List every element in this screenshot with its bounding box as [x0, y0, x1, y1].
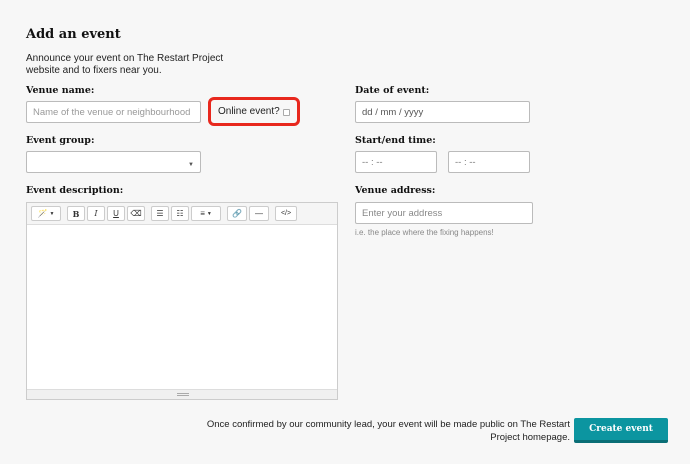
date-of-event-input[interactable]: dd / mm / yyyy — [355, 101, 530, 123]
event-group-select[interactable]: ▼ — [26, 151, 201, 173]
chevron-down-icon: ▼ — [49, 210, 55, 217]
create-event-button[interactable]: Create event — [574, 418, 668, 443]
online-event-label: Online event? — [218, 106, 280, 117]
editor-resize-handle[interactable] — [27, 389, 337, 399]
italic-button[interactable]: I — [87, 206, 105, 221]
magic-wand-icon: 🪄 — [37, 209, 48, 218]
venue-address-input[interactable]: Enter your address — [355, 202, 533, 224]
start-time-input[interactable]: -- : -- — [355, 151, 437, 173]
underline-button[interactable]: U — [107, 206, 125, 221]
grip-icon — [177, 393, 189, 396]
unordered-list-button[interactable]: ☰ — [151, 206, 169, 221]
event-description-editor[interactable]: 🪄 ▼ B I U ⌫ ☰ ☷ ≡ ▼ 🔗 — </> — [26, 202, 338, 400]
code-view-button[interactable]: </> — [275, 206, 297, 221]
end-time-input[interactable]: -- : -- — [448, 151, 530, 173]
venue-name-label: Venue name: — [26, 85, 95, 96]
align-button[interactable]: ≡ ▼ — [191, 206, 221, 221]
venue-address-hint: i.e. the place where the fixing happens! — [355, 228, 494, 237]
date-of-event-label: Date of event: — [355, 85, 430, 96]
horizontal-rule-button[interactable]: — — [249, 206, 269, 221]
online-event-checkbox[interactable] — [282, 109, 290, 116]
bold-button[interactable]: B — [67, 206, 85, 221]
chevron-down-icon: ▼ — [206, 210, 212, 217]
magic-style-button[interactable]: 🪄 ▼ — [31, 206, 61, 221]
confirmation-note: Once confirmed by our community lead, yo… — [206, 419, 570, 443]
align-icon: ≡ — [200, 209, 205, 218]
eraser-button[interactable]: ⌫ — [127, 206, 145, 221]
editor-toolbar: 🪄 ▼ B I U ⌫ ☰ ☷ ≡ ▼ 🔗 — </> — [27, 203, 337, 225]
start-end-time-label: Start/end time: — [355, 135, 436, 146]
page-title: Add an event — [26, 27, 121, 42]
event-description-label: Event description: — [26, 185, 124, 196]
event-group-label: Event group: — [26, 135, 95, 146]
link-button[interactable]: 🔗 — [227, 206, 247, 221]
venue-name-input[interactable]: Name of the venue or neighbourhood — [26, 101, 201, 123]
ordered-list-button[interactable]: ☷ — [171, 206, 189, 221]
online-event-toggle[interactable]: Online event? — [208, 97, 300, 126]
page-intro: Announce your event on The Restart Proje… — [26, 53, 224, 76]
chevron-down-icon: ▼ — [188, 162, 194, 168]
venue-address-label: Venue address: — [355, 185, 436, 196]
